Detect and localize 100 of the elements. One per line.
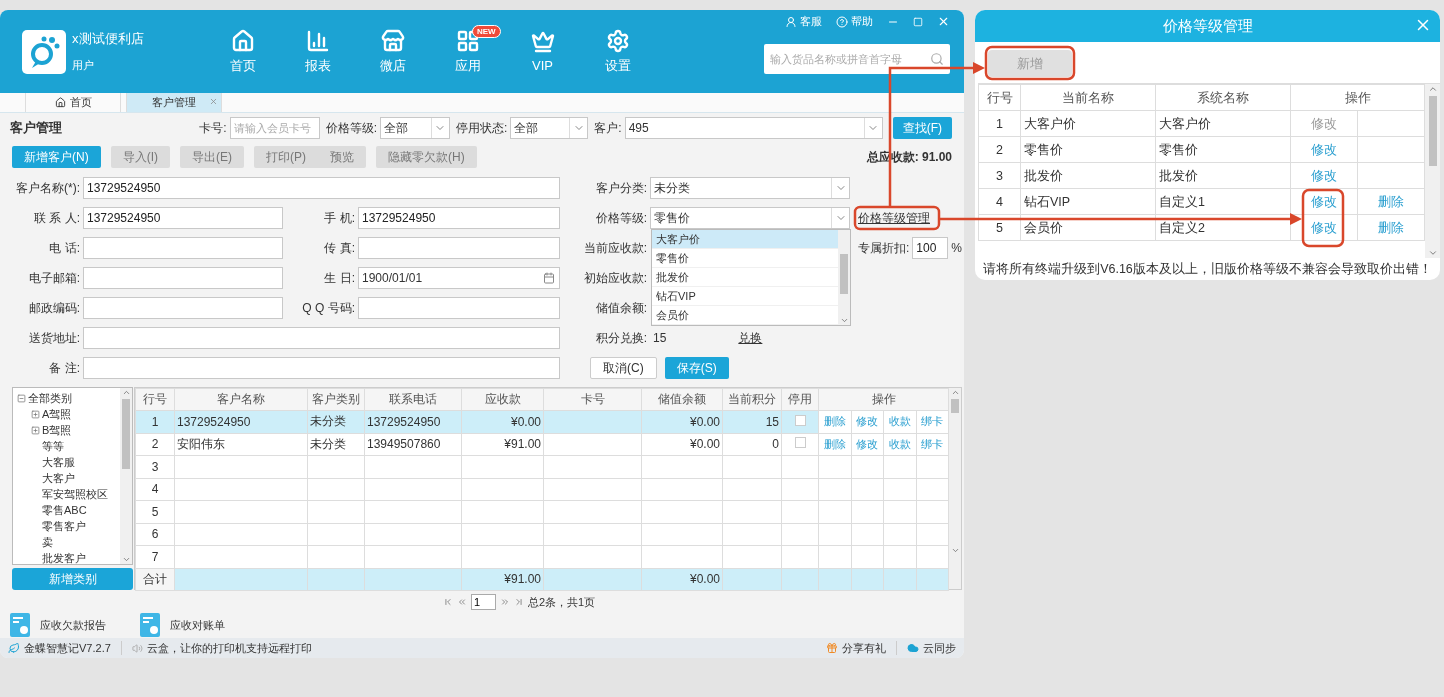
- dropdown-option[interactable]: 大客户价: [652, 230, 838, 249]
- dialog-title: 价格等级管理: [1162, 16, 1253, 36]
- table-row[interactable]: 5: [135, 500, 949, 523]
- dropdown-list[interactable]: 大客户价 零售价 批发价 钻石VIP 会员价: [651, 229, 851, 326]
- tree-item[interactable]: 批发客户: [42, 550, 86, 566]
- row-number: 5: [135, 500, 175, 523]
- column-header: 操作: [818, 388, 949, 411]
- column-header: 卡号: [543, 388, 642, 411]
- status-message: 云盒，让你的打印机支持远程打印: [131, 640, 312, 656]
- column-header: 操作: [1290, 84, 1425, 111]
- tree-item[interactable]: 等等: [42, 438, 64, 454]
- field-label: 手 机:: [323, 210, 356, 227]
- page-title: 客户管理: [10, 119, 62, 137]
- table-cell: 13729524950: [364, 410, 462, 433]
- table-cell: 安阳伟东: [174, 433, 308, 456]
- table-cell: 0: [722, 433, 782, 456]
- table-row[interactable]: 3: [135, 455, 949, 478]
- field-label: Q Q 号码:: [301, 300, 356, 317]
- user-name: 用户: [72, 58, 95, 73]
- filter-label: 卡号:: [199, 119, 227, 137]
- tree-item[interactable]: 零售客户: [42, 518, 86, 534]
- cancel-button[interactable]: 取消(C): [590, 357, 657, 379]
- new-badge: NEW: [472, 25, 501, 38]
- table-cell: ¥91.00: [461, 568, 544, 591]
- page-field[interactable]: 1: [471, 594, 496, 610]
- table-row[interactable]: 1 13729524950 未分类 13729524950 ¥0.00 ¥0.00 15 删除 修改 收款 绑卡: [135, 410, 949, 433]
- field-label: 送货地址:: [27, 330, 81, 347]
- field-label: 初始应收款:: [582, 270, 648, 287]
- text-field[interactable]: 13729524950: [83, 177, 560, 199]
- dropdown-field[interactable]: 全部: [380, 117, 450, 139]
- table-row[interactable]: 4: [135, 478, 949, 501]
- field-label: 联 系 人:: [33, 210, 81, 227]
- card-number-field[interactable]: 请输入会员卡号: [229, 117, 320, 139]
- filter-label: 客户:: [594, 119, 622, 137]
- column-header: 停用: [781, 388, 819, 411]
- table-cell: 批发价: [1020, 162, 1156, 189]
- field-label: 电 话:: [48, 240, 81, 257]
- table-row[interactable]: 6: [135, 523, 949, 546]
- table-cell: 13729524950: [174, 410, 308, 433]
- table-cell: 批发价: [1155, 162, 1291, 189]
- sync-link[interactable]: 云同步: [907, 640, 956, 656]
- tree-item[interactable]: 零售ABC: [42, 502, 87, 518]
- share-link[interactable]: 分享有礼: [826, 640, 886, 656]
- table-cell: ¥0.00: [641, 410, 723, 433]
- table-cell: 自定义1: [1155, 188, 1291, 215]
- dropdown-field[interactable]: 495: [624, 117, 883, 139]
- column-header: 当前积分: [722, 388, 782, 411]
- date-field[interactable]: 1900/01/01: [358, 267, 560, 289]
- field-label: 储值余额:: [594, 300, 648, 317]
- column-header: 系统名称: [1155, 84, 1291, 111]
- table-cell: ¥0.00: [641, 433, 723, 456]
- table-cell: 未分类: [307, 410, 365, 433]
- table-row[interactable]: 2 安阳伟东 未分类 13949507860 ¥91.00 ¥0.00 0 删除 修改 收款 绑卡: [135, 433, 949, 456]
- row-number: 3: [135, 455, 175, 478]
- tab[interactable]: 客户管理: [126, 93, 222, 112]
- tree-item[interactable]: 大客户: [42, 470, 75, 486]
- table-row[interactable]: 7: [135, 545, 949, 568]
- field-label: 备 注:: [48, 360, 81, 377]
- tree-item[interactable]: 大客服: [42, 454, 75, 470]
- column-header: 应收款: [461, 388, 544, 411]
- exchange-link[interactable]: 兑换: [738, 329, 763, 347]
- row-number: 4: [978, 188, 1021, 215]
- column-header: 行号: [978, 84, 1021, 111]
- tree-item[interactable]: 全部类别: [28, 390, 72, 406]
- field-label: 积分兑换:: [594, 330, 648, 347]
- report-link[interactable]: 应收欠款报告: [10, 613, 140, 637]
- row-number: 2: [978, 136, 1021, 163]
- toolbar-button[interactable]: 预览: [318, 146, 366, 168]
- tree-item[interactable]: A驾照: [42, 406, 72, 422]
- version-label: 金蝶智慧记V7.2.7: [8, 640, 111, 656]
- nav-item[interactable]: NEW 应用: [430, 10, 505, 93]
- field-label: 客户名称(*):: [15, 180, 81, 197]
- row-number: 2: [135, 433, 175, 456]
- tree-item[interactable]: 军安驾照校区: [42, 486, 108, 502]
- tree-item[interactable]: B驾照: [42, 422, 72, 438]
- table-cell: ¥0.00: [641, 568, 723, 591]
- text-field[interactable]: 13729524950: [83, 207, 283, 229]
- column-header: 行号: [135, 388, 175, 411]
- store-name: x测试便利店: [72, 30, 144, 48]
- text-field[interactable]: 13729524950: [358, 207, 560, 229]
- column-header: 客户名称: [174, 388, 308, 411]
- manage-link[interactable]: 价格等级管理: [858, 209, 930, 227]
- row-number: 5: [978, 214, 1021, 241]
- field-label: 邮政编码:: [27, 300, 81, 317]
- tab[interactable]: 首页: [25, 93, 121, 112]
- table-cell: ¥91.00: [461, 433, 544, 456]
- column-header: 当前名称: [1020, 84, 1156, 111]
- table-cell: 15: [722, 410, 782, 433]
- dropdown-field[interactable]: 全部: [510, 117, 589, 139]
- report-link[interactable]: 应收对账单: [140, 613, 270, 637]
- filter-label: 停用状态:: [456, 119, 508, 137]
- tree-item[interactable]: 卖: [42, 534, 53, 550]
- unit-label: %: [951, 241, 962, 255]
- row-number: 7: [135, 545, 175, 568]
- table-cell: 大客户价: [1155, 110, 1291, 137]
- table-cell: 未分类: [307, 433, 365, 456]
- row-number: 1: [135, 410, 175, 433]
- row-number: 3: [978, 162, 1021, 189]
- dropdown-field[interactable]: 未分类: [650, 177, 850, 199]
- text-field[interactable]: 100: [912, 237, 949, 259]
